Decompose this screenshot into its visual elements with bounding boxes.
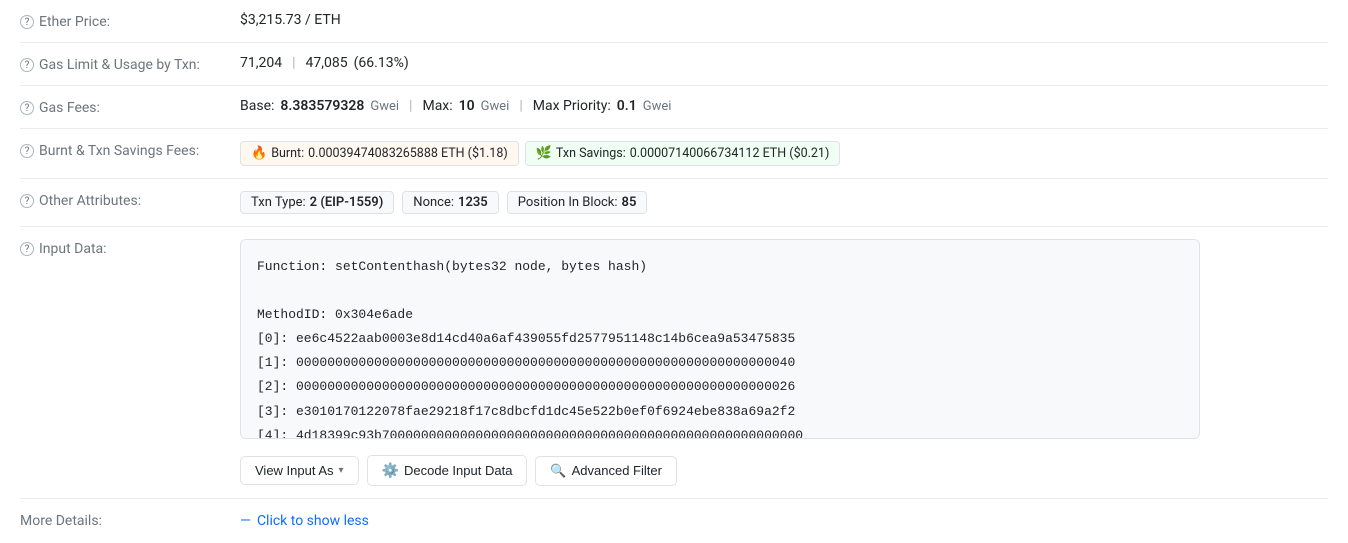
burnt-fees-label: ? Burnt & Txn Savings Fees: [20, 141, 240, 159]
txn-savings-badge: 🌿 Txn Savings: 0.000071400667341​12 ETH … [525, 141, 841, 166]
more-details-label: More Details: [20, 513, 240, 529]
ether-price-label: ? Ether Price: [20, 12, 240, 30]
view-input-as-button[interactable]: View Input As ▾ [240, 456, 359, 485]
gas-limit-label: ? Gas Limit & Usage by Txn: [20, 55, 240, 73]
position-badge: Position In Block: 85 [507, 191, 648, 214]
gas-fees-row: ? Gas Fees: Base: 8.383579328 Gwei | Max… [20, 86, 1328, 129]
decode-icon: ⚙️ [382, 462, 399, 479]
data-line-1: [1]: 00000000000000000000000000000000000… [257, 352, 1183, 374]
data-line-3: [3]: e3010170122078fae29218f17c8dbcfd1dc… [257, 401, 1183, 423]
data-line-0: [0]: ee6c4522aab0003e8d14cd40a6af439055f… [257, 328, 1183, 350]
input-data-help-icon[interactable]: ? [20, 242, 34, 256]
gas-fees-help-icon[interactable]: ? [20, 101, 34, 115]
input-data-content: Function: setContenthash(bytes32 node, b… [240, 239, 1328, 486]
input-data-box[interactable]: Function: setContenthash(bytes32 node, b… [240, 239, 1200, 439]
method-id-line: MethodID: 0x304e6ade [257, 304, 1183, 326]
other-attributes-help-icon[interactable]: ? [20, 194, 34, 208]
gas-fees-label: ? Gas Fees: [20, 98, 240, 116]
burnt-badge: 🔥 Burnt: 0.00039474083265888 ETH ($1.18) [240, 141, 519, 166]
advanced-filter-button[interactable]: 🔍 Advanced Filter [535, 456, 677, 486]
blank-line [257, 280, 1183, 302]
txn-type-badge: Txn Type: 2 (EIP-1559) [240, 191, 394, 214]
ether-price-help-icon[interactable]: ? [20, 15, 34, 29]
nonce-badge: Nonce: 1235 [402, 191, 498, 214]
gas-limit-row: ? Gas Limit & Usage by Txn: 71,204 | 47,… [20, 43, 1328, 86]
burnt-fees-row: ? Burnt & Txn Savings Fees: 🔥 Burnt: 0.0… [20, 129, 1328, 179]
gas-fees-value: Base: 8.383579328 Gwei | Max: 10 Gwei | … [240, 98, 1328, 114]
flame-icon: 🔥 [251, 146, 267, 161]
burnt-fees-value: 🔥 Burnt: 0.00039474083265888 ETH ($1.18)… [240, 141, 1328, 166]
data-line-2: [2]: 00000000000000000000000000000000000… [257, 376, 1183, 398]
leaf-icon: 🌿 [536, 146, 552, 161]
input-data-label: ? Input Data: [20, 239, 240, 257]
input-data-row: ? Input Data: Function: setContenthash(b… [20, 227, 1328, 499]
other-attributes-label: ? Other Attributes: [20, 191, 240, 209]
function-line: Function: setContenthash(bytes32 node, b… [257, 256, 1183, 278]
input-actions: View Input As ▾ ⚙️ Decode Input Data 🔍 A… [240, 455, 677, 486]
gas-limit-help-icon[interactable]: ? [20, 58, 34, 72]
chevron-down-icon: ▾ [339, 465, 344, 476]
ether-price-row: ? Ether Price: $3,215.73 / ETH [20, 0, 1328, 43]
more-details-row: More Details: — Click to show less [20, 499, 1328, 543]
decode-input-data-button[interactable]: ⚙️ Decode Input Data [367, 455, 528, 486]
gas-limit-value: 71,204 | 47,085 (66.13%) [240, 55, 1328, 71]
data-line-4: [4]: 4d18399c93b700000000000000000000000… [257, 425, 1183, 439]
burnt-fees-help-icon[interactable]: ? [20, 144, 34, 158]
ether-price-value: $3,215.73 / ETH [240, 12, 1328, 28]
other-attributes-row: ? Other Attributes: Txn Type: 2 (EIP-155… [20, 179, 1328, 227]
filter-icon: 🔍 [550, 463, 566, 479]
click-to-show-less-link[interactable]: — Click to show less [240, 513, 369, 529]
other-attributes-value: Txn Type: 2 (EIP-1559) Nonce: 1235 Posit… [240, 191, 1328, 214]
